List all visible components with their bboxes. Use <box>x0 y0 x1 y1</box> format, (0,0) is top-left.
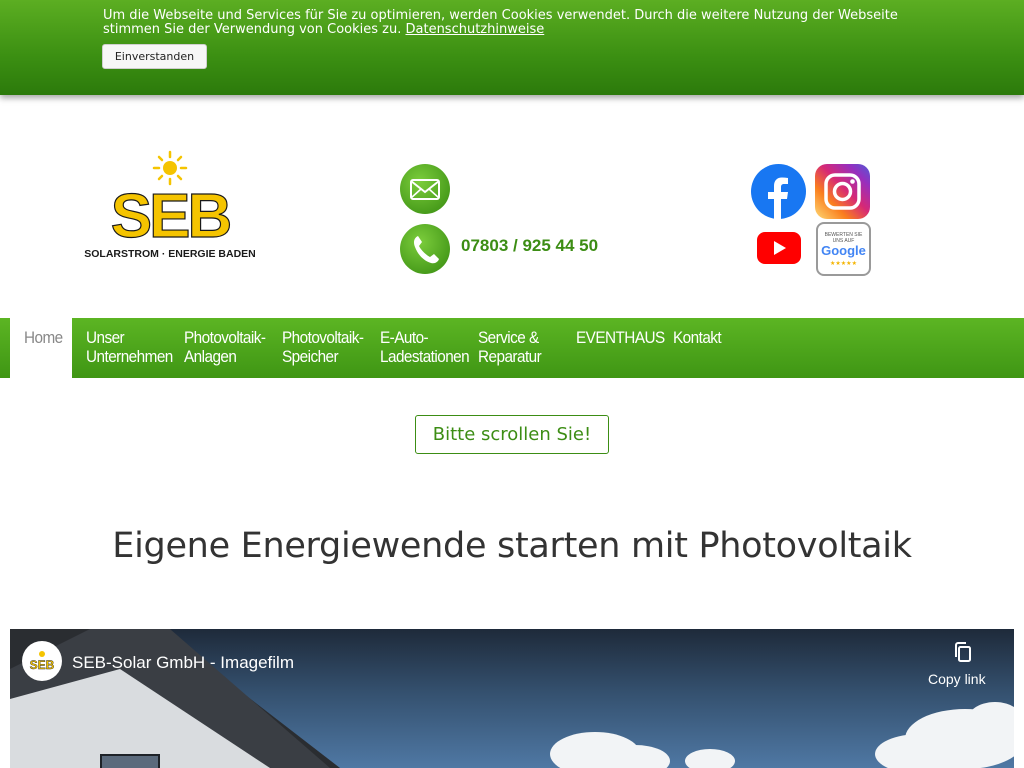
page-headline: Eigene Energiewende starten mit Photovol… <box>112 526 912 566</box>
nav-item-label: E-Auto- <box>380 328 429 347</box>
nav-item-label: Photovoltaik- <box>282 328 364 347</box>
nav-item-label: Ladestationen <box>380 347 470 366</box>
instagram-icon <box>815 164 870 219</box>
instagram-link[interactable] <box>815 164 870 219</box>
nav-item-label: Speicher <box>282 347 339 366</box>
copy-link-icon[interactable] <box>952 641 974 665</box>
seb-logo[interactable]: SEB SOLARSTROM · ENERGIE BADEN <box>76 148 268 263</box>
nav-item-pv-anlagen[interactable]: Photovoltaik- Anlagen <box>184 328 266 366</box>
phone-number[interactable]: 07803 / 925 44 50 <box>461 236 598 256</box>
nav-item-label: Reparatur <box>478 347 542 366</box>
svg-text:★★★★★: ★★★★★ <box>830 260 857 267</box>
cookie-text-block: Um die Webseite und Services für Sie zu … <box>103 9 933 37</box>
video-title[interactable]: SEB-Solar GmbH - Imagefilm <box>72 653 294 673</box>
facebook-link[interactable] <box>751 164 806 219</box>
google-review-icon: BEWERTEN SIE UNS AUF Google ★★★★★ <box>816 222 871 276</box>
cookie-banner: Um die Webseite und Services für Sie zu … <box>0 0 1024 95</box>
copy-link-button[interactable]: Copy link <box>928 671 986 687</box>
video-player[interactable]: SEB SEB-Solar GmbH - Imagefilm Copy link <box>10 629 1014 768</box>
mail-icon <box>410 179 440 200</box>
google-review-link[interactable]: BEWERTEN SIE UNS AUF Google ★★★★★ <box>816 222 871 276</box>
nav-item-eventhaus[interactable]: EVENTHAUS <box>576 328 665 347</box>
nav-item-pv-speicher[interactable]: Photovoltaik- Speicher <box>282 328 364 366</box>
svg-text:Google: Google <box>821 243 866 258</box>
nav-item-label: Photovoltaik- <box>184 328 266 347</box>
logo-tagline: SOLARSTROM · ENERGIE BADEN <box>84 248 256 260</box>
nav-item-label: Unser <box>86 328 125 347</box>
nav-item-label: Home <box>24 328 63 347</box>
nav-item-label: Unternehmen <box>86 347 173 366</box>
phone-icon <box>414 236 439 264</box>
nav-item-label: Service & <box>478 328 539 347</box>
scroll-down-button[interactable]: Bitte scrollen Sie! <box>415 415 609 454</box>
youtube-icon <box>757 232 801 264</box>
youtube-link[interactable] <box>757 232 801 264</box>
main-navigation: Home Unser Unternehmen Photovoltaik- Anl… <box>0 318 1024 378</box>
nav-item-service[interactable]: Service & Reparatur <box>478 328 542 366</box>
nav-item-ladestationen[interactable]: E-Auto- Ladestationen <box>380 328 470 366</box>
mail-button[interactable] <box>400 164 450 214</box>
video-thumbnail <box>10 629 1014 768</box>
phone-button[interactable] <box>400 224 450 274</box>
nav-item-label: EVENTHAUS <box>576 328 665 347</box>
nav-item-home[interactable]: Home <box>10 318 72 378</box>
sun-icon <box>152 150 188 186</box>
svg-text:SEB: SEB <box>30 658 55 672</box>
facebook-icon <box>751 164 806 219</box>
nav-item-unternehmen[interactable]: Unser Unternehmen <box>86 328 173 366</box>
accept-cookies-button[interactable]: Einverstanden <box>102 44 207 69</box>
nav-item-label: Kontakt <box>673 328 722 347</box>
logo-wordmark: SEB <box>111 182 230 251</box>
channel-avatar[interactable]: SEB <box>22 641 62 681</box>
nav-item-kontakt[interactable]: Kontakt <box>673 328 722 347</box>
nav-item-label: Anlagen <box>184 347 237 366</box>
privacy-link[interactable]: Datenschutzhinweise <box>406 22 545 37</box>
